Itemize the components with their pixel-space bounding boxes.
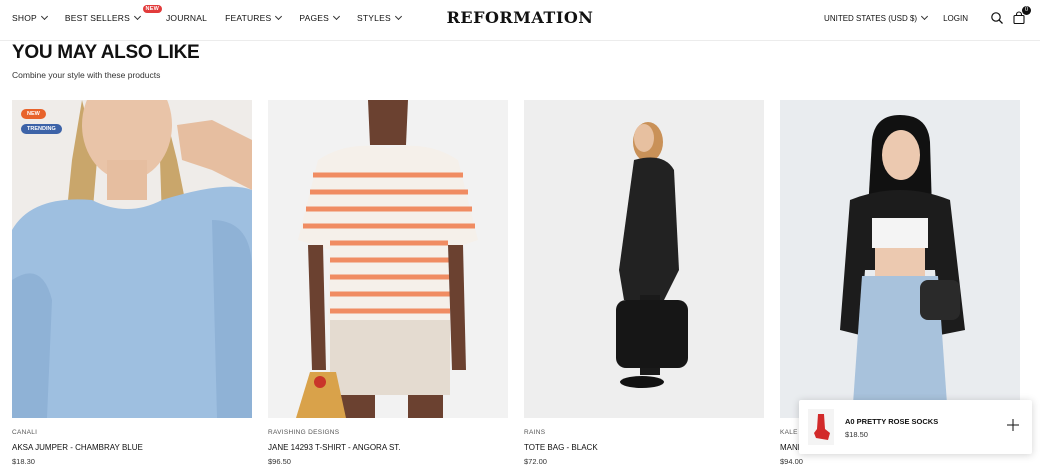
nav-best-sellers[interactable]: BEST SELLERS NEW [64,5,162,23]
nav-features-label: FEATURES [225,13,272,23]
product-name[interactable]: AKSA JUMPER - CHAMBRAY BLUE [12,443,252,452]
chevron-down-icon [133,12,142,21]
product-price: $94.00 [780,457,803,466]
nav-styles-label: STYLES [357,13,391,23]
new-tag: NEW [21,109,46,119]
currency-selector[interactable]: UNITED STATES (USD $) [824,12,929,23]
header-tools: UNITED STATES (USD $) LOGIN 0 [824,0,1031,36]
nav-best-sellers-label: BEST SELLERS [64,13,130,23]
main-nav: SHOP BEST SELLERS NEW JOURNAL FEATURES P… [12,0,419,36]
product-brand: RAINS [524,429,546,436]
chevron-down-icon [394,12,402,21]
product-price: $18.30 [12,457,35,466]
nav-journal[interactable]: JOURNAL [166,13,207,23]
chevron-down-icon [921,12,929,21]
product-name[interactable]: TOTE BAG - BLACK [524,443,764,452]
search-icon[interactable] [990,11,1004,25]
nav-pages[interactable]: PAGES [299,12,341,23]
recently-added-popup: A0 PRETTY ROSE SOCKS $18.50 [799,400,1032,454]
cart-icon[interactable]: 0 [1012,6,1031,25]
product-price: $72.00 [524,457,547,466]
nav-pages-label: PAGES [299,13,330,23]
cart-count-badge: 0 [1022,6,1031,15]
product-card: NEW TRENDING CANALI AKSA JUMPER - CHAMBR… [12,100,252,466]
nav-styles[interactable]: STYLES [357,12,402,23]
login-link[interactable]: LOGIN [943,14,968,23]
section-subtitle: Combine your style with these products [12,70,161,80]
nav-features[interactable]: FEATURES [225,12,283,23]
product-image[interactable] [780,100,1020,418]
product-brand: RAVISHING DESIGNS [268,429,340,436]
site-header: SHOP BEST SELLERS NEW JOURNAL FEATURES P… [0,0,1040,41]
product-brand: CANALI [12,429,38,436]
nav-shop[interactable]: SHOP [12,12,48,23]
chevron-down-icon [40,12,48,21]
chevron-down-icon [275,12,283,21]
product-image[interactable] [268,100,508,418]
chevron-down-icon [333,12,341,21]
add-to-cart-plus-icon[interactable] [1006,418,1020,432]
section-title: YOU MAY ALSO LIKE [12,42,200,63]
product-image[interactable]: NEW TRENDING [12,100,252,418]
product-name[interactable]: JANE 14293 T-SHIRT - ANGORA ST. [268,443,508,452]
product-card: RAVISHING DESIGNS JANE 14293 T-SHIRT - A… [268,100,508,466]
trending-tag: TRENDING [21,124,62,134]
product-card: RAINS TOTE BAG - BLACK $72.00 [524,100,764,466]
currency-label: UNITED STATES (USD $) [824,13,918,23]
site-logo[interactable]: REFORMATION [447,8,594,27]
new-badge: NEW [142,5,162,13]
popup-product-title[interactable]: A0 PRETTY ROSE SOCKS [845,417,938,426]
nav-shop-label: SHOP [12,13,37,23]
popup-product-price: $18.50 [845,430,868,439]
nav-journal-label: JOURNAL [165,13,208,23]
popup-product-thumbnail[interactable] [808,409,834,445]
product-image[interactable] [524,100,764,418]
product-price: $96.50 [268,457,291,466]
